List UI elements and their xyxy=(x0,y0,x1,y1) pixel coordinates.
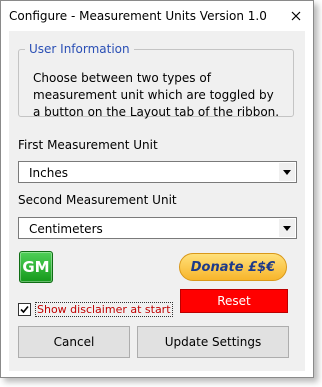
close-icon xyxy=(291,11,301,21)
disclaimer-checkbox-row[interactable]: Show disclaimer at start xyxy=(18,301,173,317)
first-unit-dropdown[interactable]: Inches xyxy=(18,161,297,183)
disclaimer-label[interactable]: Show disclaimer at start xyxy=(35,301,173,317)
window-title: Configure - Measurement Units Version 1.… xyxy=(9,9,267,23)
first-unit-label: First Measurement Unit xyxy=(18,138,158,152)
user-information-text: Choose between two types of measurement … xyxy=(33,71,280,119)
close-button[interactable] xyxy=(285,5,307,27)
gm-button[interactable]: GM xyxy=(19,251,53,283)
donate-button[interactable]: Donate £$€ xyxy=(179,253,287,281)
cancel-button[interactable]: Cancel xyxy=(18,326,130,358)
configure-dialog: Configure - Measurement Units Version 1.… xyxy=(0,0,314,378)
reset-button[interactable]: Reset xyxy=(180,289,288,313)
second-unit-dropdown[interactable]: Centimeters xyxy=(18,217,297,239)
disclaimer-checkbox[interactable] xyxy=(18,302,31,316)
first-unit-value: Inches xyxy=(29,166,68,180)
checkmark-icon xyxy=(20,305,29,313)
dialog-body: User Information Choose between two type… xyxy=(9,31,305,371)
second-unit-label: Second Measurement Unit xyxy=(18,193,177,207)
chevron-down-icon[interactable] xyxy=(279,163,295,181)
group-legend: User Information xyxy=(25,42,134,56)
update-settings-button[interactable]: Update Settings xyxy=(137,326,289,358)
second-unit-value: Centimeters xyxy=(29,222,103,236)
chevron-down-icon[interactable] xyxy=(279,219,295,237)
user-information-group: User Information Choose between two type… xyxy=(18,42,294,119)
title-bar: Configure - Measurement Units Version 1.… xyxy=(1,1,313,31)
